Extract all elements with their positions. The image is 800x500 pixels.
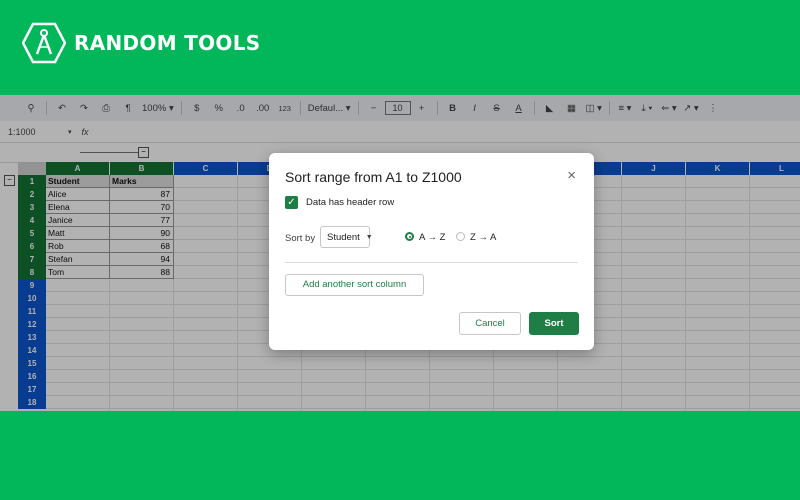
a-to-z-label: A → Z (419, 232, 446, 243)
compass-logo-icon (22, 22, 66, 64)
radio-z-to-a[interactable] (456, 232, 465, 241)
chevron-down-icon: ▼ (365, 233, 373, 241)
sort-button[interactable]: Sort (529, 312, 579, 335)
close-icon[interactable]: × (567, 167, 576, 184)
brand-name: RANDOM TOOLS (74, 31, 261, 55)
sort-column-select[interactable]: Student ▼ (320, 226, 373, 248)
radio-a-to-z[interactable] (405, 232, 414, 241)
brand-logo: RANDOM TOOLS (22, 22, 260, 64)
dialog-title: Sort range from A1 to Z1000 (285, 169, 462, 185)
header-row-label: Data has header row (306, 197, 395, 208)
dialog-divider (285, 262, 578, 263)
header-row-checkbox[interactable]: ✓ (285, 196, 298, 209)
cancel-button[interactable]: Cancel (459, 312, 521, 335)
sort-by-label: Sort by (285, 233, 316, 244)
sort-column-value: Student (327, 231, 360, 243)
add-sort-column-button[interactable]: Add another sort column (285, 274, 424, 296)
sort-range-dialog: Sort range from A1 to Z1000 × ✓ Data has… (269, 153, 594, 350)
z-to-a-label: Z → A (470, 232, 497, 243)
